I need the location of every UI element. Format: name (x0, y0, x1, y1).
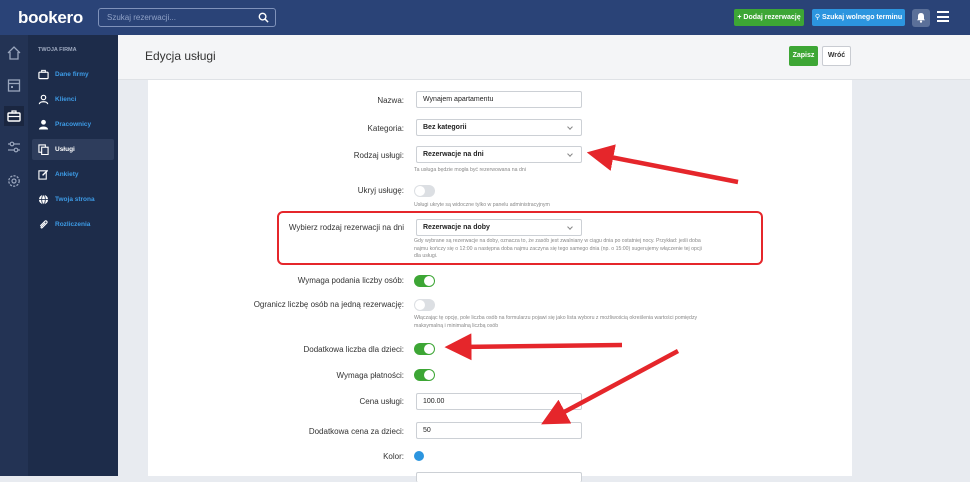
arrow-icon (541, 349, 680, 425)
arrow-icon (586, 144, 739, 185)
arrow-icon (444, 333, 623, 361)
annotation-arrows (444, 144, 739, 425)
